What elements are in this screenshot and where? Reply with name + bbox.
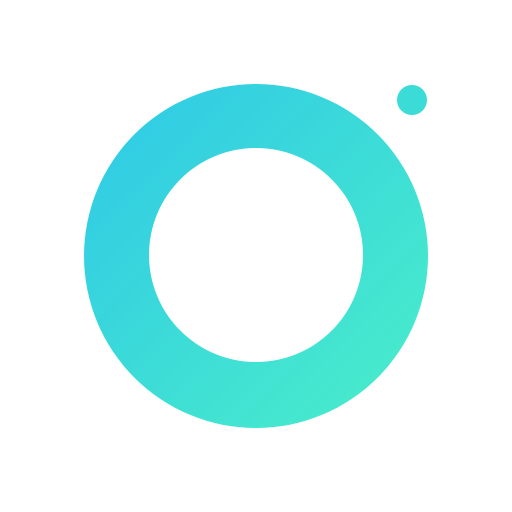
background xyxy=(0,0,512,512)
app-icon-canvas xyxy=(0,0,512,512)
ring-logo-icon xyxy=(0,0,512,512)
accent-dot xyxy=(397,85,427,115)
